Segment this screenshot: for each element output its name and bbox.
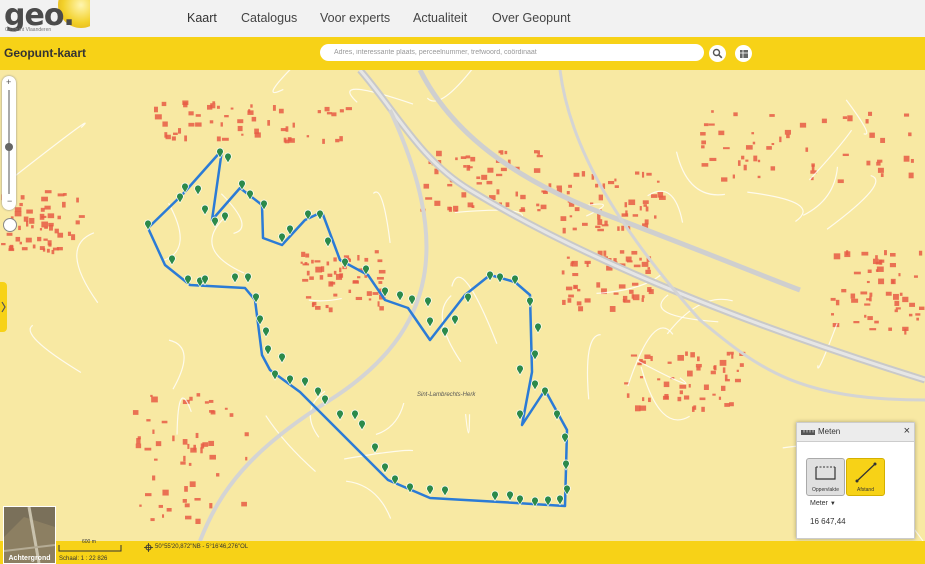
measure-result: 16 647,44 (810, 517, 846, 526)
zoom-track (8, 90, 10, 194)
scale-text: Schaal: 1 : 22 826 (59, 556, 108, 562)
top-navigation: geo. Geopunt Vlaanderen Kaart Catalogus … (0, 0, 925, 38)
distance-icon (855, 462, 877, 483)
map-svg: Sint-Lambrechts-Herk (0, 70, 925, 541)
background-layer-button[interactable]: Achtergrond (3, 506, 56, 564)
place-label: Sint-Lambrechts-Herk (417, 392, 476, 398)
search-button[interactable] (709, 45, 726, 62)
map-background (0, 70, 925, 541)
status-bar: 600 m Schaal: 1 : 22 826 50°55'20,872"NB… (0, 539, 925, 564)
nav-item-catalogus[interactable]: Catalogus (241, 11, 297, 25)
distance-tool-label: Afstand (857, 487, 874, 493)
area-tool-button[interactable]: Oppervlakte (806, 458, 845, 496)
unit-select[interactable]: Meter ▼ (810, 500, 836, 507)
logo-subtitle: Geopunt Vlaanderen (5, 27, 52, 33)
zoom-out-button[interactable]: − (7, 196, 12, 206)
search-input[interactable] (320, 44, 704, 61)
nav-item-voor-experts[interactable]: Voor experts (320, 11, 390, 25)
page-title: Geopunt-kaart (4, 46, 87, 60)
close-icon[interactable]: × (904, 425, 910, 437)
scale-bar-label: 600 m (82, 539, 96, 545)
geopunt-logo[interactable]: geo. Geopunt Vlaanderen (0, 0, 90, 37)
scale-bar (58, 545, 122, 552)
background-label: Achtergrond (8, 555, 51, 562)
layers-button[interactable] (735, 45, 752, 62)
chevron-down-icon: ▼ (829, 501, 836, 507)
chevron-right-icon (1, 301, 6, 313)
area-tool-label: Oppervlakte (812, 487, 839, 493)
coordinate-readout: 50°55'20,872"NB - 5°16'46,276"OL (155, 544, 249, 550)
nav-item-over-geopunt[interactable]: Over Geopunt (492, 11, 571, 25)
ruler-icon (801, 430, 815, 435)
zoom-in-button[interactable]: + (6, 77, 11, 87)
measure-title: Meten (818, 427, 841, 436)
area-icon (815, 466, 836, 480)
crosshair-icon (144, 543, 153, 552)
zoom-handle[interactable] (5, 143, 13, 151)
measure-panel: Meten × Oppervlakte Afstand Meter ▼ 16 6… (796, 422, 915, 539)
compass-icon[interactable] (3, 218, 17, 232)
side-panel-toggle[interactable] (0, 282, 7, 332)
measure-panel-header: Meten × (797, 423, 914, 442)
zoom-slider[interactable]: + − (2, 76, 16, 210)
title-bar: Geopunt-kaart (0, 37, 925, 70)
nav-item-kaart[interactable]: Kaart (187, 11, 217, 38)
nav-item-actualiteit[interactable]: Actualiteit (413, 11, 467, 25)
catalog-icon (739, 49, 748, 58)
search-icon (712, 48, 723, 59)
unit-value: Meter (810, 500, 828, 507)
distance-tool-button[interactable]: Afstand (846, 458, 885, 496)
map-canvas[interactable]: Sint-Lambrechts-Herk (0, 70, 925, 541)
